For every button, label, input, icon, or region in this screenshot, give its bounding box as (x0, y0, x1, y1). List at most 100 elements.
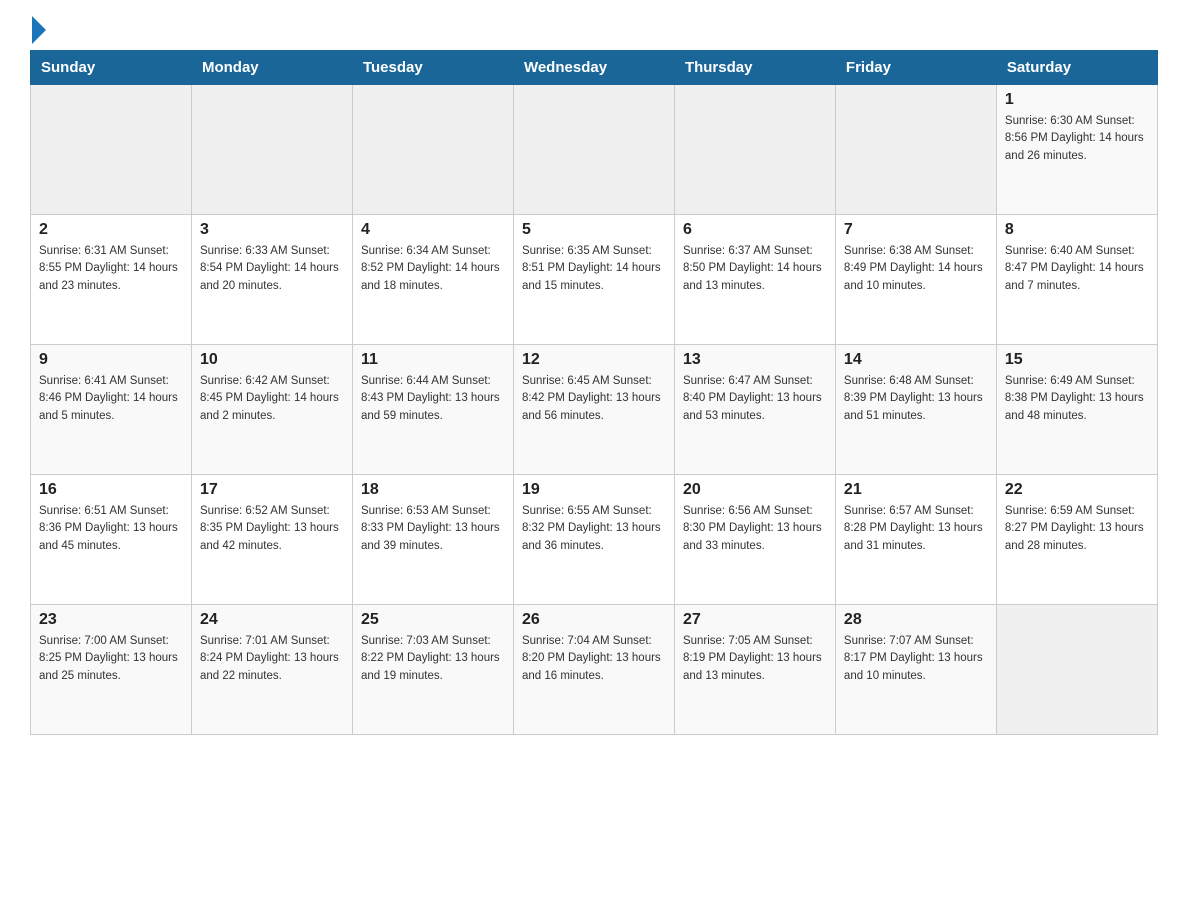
day-info: Sunrise: 6:57 AM Sunset: 8:28 PM Dayligh… (844, 503, 988, 555)
day-info: Sunrise: 6:56 AM Sunset: 8:30 PM Dayligh… (683, 503, 827, 555)
calendar-cell: 14 Sunrise: 6:48 AM Sunset: 8:39 PM Dayli… (835, 345, 996, 475)
calendar-cell: 1 Sunrise: 6:30 AM Sunset: 8:56 PM Daylig… (996, 85, 1157, 215)
day-number: 22 (1005, 481, 1149, 499)
calendar-cell (835, 85, 996, 215)
day-number: 19 (522, 481, 666, 499)
day-info: Sunrise: 7:00 AM Sunset: 8:25 PM Dayligh… (39, 633, 183, 685)
day-info: Sunrise: 6:34 AM Sunset: 8:52 PM Dayligh… (361, 243, 505, 295)
calendar-cell: 24Sunrise: 7:01 AM Sunset: 8:24 PM Dayli… (191, 605, 352, 735)
calendar-cell: 11Sunrise: 6:44 AM Sunset: 8:43 PM Dayli… (352, 345, 513, 475)
day-info: Sunrise: 6:33 AM Sunset: 8:54 PM Dayligh… (200, 243, 344, 295)
day-number: 9 (39, 351, 183, 369)
calendar-cell: 10 Sunrise: 6:42 AM Sunset: 8:45 PM Dayli… (191, 345, 352, 475)
day-info: Sunrise: 7:03 AM Sunset: 8:22 PM Dayligh… (361, 633, 505, 685)
logo-icon (30, 30, 46, 40)
calendar-cell (513, 85, 674, 215)
calendar-cell (674, 85, 835, 215)
calendar-table: SundayMondayTuesdayWednesdayThursdayFrid… (30, 50, 1158, 735)
day-info: Sunrise: 6:51 AM Sunset: 8:36 PM Dayligh… (39, 503, 183, 555)
calendar-week-2: 2 Sunrise: 6:31 AM Sunset: 8:55 PM Daylig… (31, 215, 1158, 345)
day-info: Sunrise: 6:31 AM Sunset: 8:55 PM Dayligh… (39, 243, 183, 295)
day-number: 16 (39, 481, 183, 499)
calendar-cell: 13Sunrise: 6:47 AM Sunset: 8:40 PM Dayli… (674, 345, 835, 475)
calendar-cell: 16 Sunrise: 6:51 AM Sunset: 8:36 PM Dayli… (31, 475, 192, 605)
day-info: Sunrise: 6:40 AM Sunset: 8:47 PM Dayligh… (1005, 243, 1149, 295)
calendar-cell: 20 Sunrise: 6:56 AM Sunset: 8:30 PM Dayli… (674, 475, 835, 605)
calendar-cell (31, 85, 192, 215)
day-info: Sunrise: 6:38 AM Sunset: 8:49 PM Dayligh… (844, 243, 988, 295)
column-header-monday: Monday (191, 51, 352, 85)
day-number: 14 (844, 351, 988, 369)
calendar-cell: 26 Sunrise: 7:04 AM Sunset: 8:20 PM Dayli… (513, 605, 674, 735)
page-header (30, 20, 1158, 40)
day-info: Sunrise: 6:48 AM Sunset: 8:39 PM Dayligh… (844, 373, 988, 425)
column-header-saturday: Saturday (996, 51, 1157, 85)
day-number: 5 (522, 221, 666, 239)
calendar-cell: 25 Sunrise: 7:03 AM Sunset: 8:22 PM Dayli… (352, 605, 513, 735)
calendar-week-1: 1 Sunrise: 6:30 AM Sunset: 8:56 PM Daylig… (31, 85, 1158, 215)
column-header-sunday: Sunday (31, 51, 192, 85)
calendar-cell: 12 Sunrise: 6:45 AM Sunset: 8:42 PM Dayli… (513, 345, 674, 475)
calendar-cell: 18Sunrise: 6:53 AM Sunset: 8:33 PM Dayli… (352, 475, 513, 605)
day-number: 27 (683, 611, 827, 629)
day-info: Sunrise: 6:45 AM Sunset: 8:42 PM Dayligh… (522, 373, 666, 425)
calendar-cell: 9 Sunrise: 6:41 AM Sunset: 8:46 PM Daylig… (31, 345, 192, 475)
calendar-cell: 27Sunrise: 7:05 AM Sunset: 8:19 PM Dayli… (674, 605, 835, 735)
day-number: 28 (844, 611, 988, 629)
day-number: 2 (39, 221, 183, 239)
day-number: 11 (361, 351, 505, 369)
day-number: 17 (200, 481, 344, 499)
day-number: 15 (1005, 351, 1149, 369)
day-info: Sunrise: 6:55 AM Sunset: 8:32 PM Dayligh… (522, 503, 666, 555)
day-number: 24 (200, 611, 344, 629)
calendar-cell: 17Sunrise: 6:52 AM Sunset: 8:35 PM Dayli… (191, 475, 352, 605)
calendar-cell: 22 Sunrise: 6:59 AM Sunset: 8:27 PM Dayli… (996, 475, 1157, 605)
day-number: 7 (844, 221, 988, 239)
day-number: 6 (683, 221, 827, 239)
calendar-cell: 8 Sunrise: 6:40 AM Sunset: 8:47 PM Daylig… (996, 215, 1157, 345)
logo-arrow-icon (32, 16, 46, 44)
calendar-cell: 5 Sunrise: 6:35 AM Sunset: 8:51 PM Daylig… (513, 215, 674, 345)
calendar-cell: 23 Sunrise: 7:00 AM Sunset: 8:25 PM Dayli… (31, 605, 192, 735)
calendar-week-3: 9 Sunrise: 6:41 AM Sunset: 8:46 PM Daylig… (31, 345, 1158, 475)
column-header-thursday: Thursday (674, 51, 835, 85)
header-row: SundayMondayTuesdayWednesdayThursdayFrid… (31, 51, 1158, 85)
calendar-cell: 3 Sunrise: 6:33 AM Sunset: 8:54 PM Daylig… (191, 215, 352, 345)
logo (30, 30, 46, 40)
day-number: 12 (522, 351, 666, 369)
column-header-tuesday: Tuesday (352, 51, 513, 85)
calendar-cell: 21 Sunrise: 6:57 AM Sunset: 8:28 PM Dayli… (835, 475, 996, 605)
day-number: 13 (683, 351, 827, 369)
day-number: 20 (683, 481, 827, 499)
calendar-cell: 4 Sunrise: 6:34 AM Sunset: 8:52 PM Daylig… (352, 215, 513, 345)
calendar-cell: 28 Sunrise: 7:07 AM Sunset: 8:17 PM Dayli… (835, 605, 996, 735)
day-info: Sunrise: 6:59 AM Sunset: 8:27 PM Dayligh… (1005, 503, 1149, 555)
day-info: Sunrise: 6:42 AM Sunset: 8:45 PM Dayligh… (200, 373, 344, 425)
day-number: 18 (361, 481, 505, 499)
calendar-cell (191, 85, 352, 215)
calendar-week-4: 16 Sunrise: 6:51 AM Sunset: 8:36 PM Dayli… (31, 475, 1158, 605)
day-number: 21 (844, 481, 988, 499)
calendar-cell (996, 605, 1157, 735)
day-number: 25 (361, 611, 505, 629)
calendar-week-5: 23 Sunrise: 7:00 AM Sunset: 8:25 PM Dayli… (31, 605, 1158, 735)
calendar-cell: 19 Sunrise: 6:55 AM Sunset: 8:32 PM Dayli… (513, 475, 674, 605)
calendar-cell: 7 Sunrise: 6:38 AM Sunset: 8:49 PM Daylig… (835, 215, 996, 345)
day-info: Sunrise: 6:41 AM Sunset: 8:46 PM Dayligh… (39, 373, 183, 425)
calendar-cell: 2 Sunrise: 6:31 AM Sunset: 8:55 PM Daylig… (31, 215, 192, 345)
day-number: 8 (1005, 221, 1149, 239)
day-number: 3 (200, 221, 344, 239)
day-info: Sunrise: 6:30 AM Sunset: 8:56 PM Dayligh… (1005, 113, 1149, 165)
day-info: Sunrise: 7:04 AM Sunset: 8:20 PM Dayligh… (522, 633, 666, 685)
calendar-cell: 15 Sunrise: 6:49 AM Sunset: 8:38 PM Dayli… (996, 345, 1157, 475)
calendar-cell: 6Sunrise: 6:37 AM Sunset: 8:50 PM Daylig… (674, 215, 835, 345)
day-number: 1 (1005, 91, 1149, 109)
day-number: 26 (522, 611, 666, 629)
day-number: 23 (39, 611, 183, 629)
day-info: Sunrise: 7:07 AM Sunset: 8:17 PM Dayligh… (844, 633, 988, 685)
column-header-friday: Friday (835, 51, 996, 85)
day-number: 4 (361, 221, 505, 239)
day-info: Sunrise: 6:35 AM Sunset: 8:51 PM Dayligh… (522, 243, 666, 295)
day-info: Sunrise: 6:49 AM Sunset: 8:38 PM Dayligh… (1005, 373, 1149, 425)
day-number: 10 (200, 351, 344, 369)
